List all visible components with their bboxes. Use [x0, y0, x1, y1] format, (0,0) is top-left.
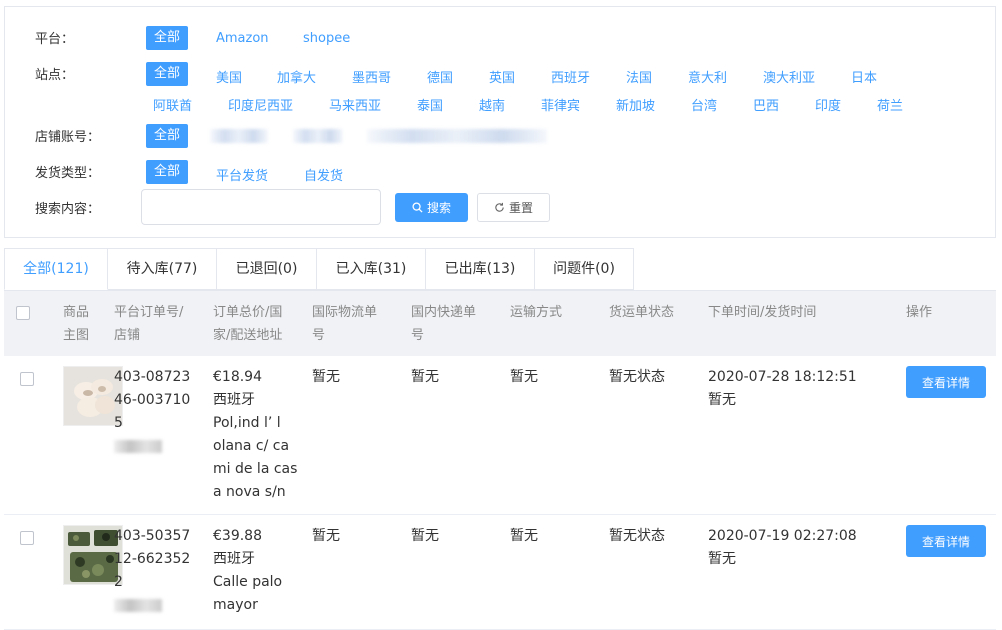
site-label: 站点：: [35, 68, 75, 83]
store-account-redacted[interactable]: [367, 129, 547, 143]
site-chip-jp[interactable]: 日本: [851, 67, 877, 86]
tab-problem[interactable]: 问题件(0): [535, 248, 634, 290]
store-label: 店铺账号：: [35, 130, 101, 145]
tab-all[interactable]: 全部(121): [4, 248, 108, 290]
header-intl-tracking: 国际物流单号: [312, 305, 378, 343]
intl-tracking: 暂无: [312, 369, 340, 385]
header-shipping-method: 运输方式: [510, 305, 563, 320]
search-label: 搜索内容：: [35, 202, 101, 217]
platform-chip-amazon[interactable]: Amazon: [216, 31, 269, 46]
site-chip-nl[interactable]: 荷兰: [877, 95, 903, 114]
order-price: €18.94: [213, 369, 262, 385]
site-chip-ph[interactable]: 菲律宾: [541, 95, 580, 114]
reset-button-label: 重置: [508, 201, 533, 215]
shipping-method: 暂无: [510, 528, 538, 544]
order-number: 403-50357 12-662352 2: [114, 528, 191, 590]
site-chip-br[interactable]: 巴西: [753, 95, 779, 114]
waybill-status: 暂无状态: [609, 369, 665, 385]
status-tabs: 全部(121) 待入库(77) 已退回(0) 已入库(31) 已出库(13) 问…: [4, 248, 634, 290]
reset-button[interactable]: 重置: [477, 193, 550, 222]
domestic-tracking: 暂无: [411, 369, 439, 385]
store-name-redacted: [114, 599, 162, 612]
row-checkbox[interactable]: [20, 531, 34, 545]
view-details-button[interactable]: 查看详情: [906, 366, 986, 398]
ship-type-chip-all[interactable]: 全部: [146, 160, 189, 184]
order-total-address: €18.94 西班牙 Pol,ind l’ l olana c/ ca mi d…: [213, 366, 301, 504]
site-chip-ae[interactable]: 阿联酋: [153, 95, 192, 114]
order-number: 403-08723 46-003710 5: [114, 369, 191, 431]
header-waybill-status: 货运单状态: [609, 305, 675, 320]
order-total-address: €39.88 西班牙 Calle palo mayor: [213, 525, 301, 617]
order-country: 西班牙: [213, 392, 255, 408]
domestic-tracking: 暂无: [411, 528, 439, 544]
intl-tracking: 暂无: [312, 528, 340, 544]
site-chip-es[interactable]: 西班牙: [551, 67, 590, 86]
site-chip-fr[interactable]: 法国: [626, 67, 652, 86]
site-chip-in[interactable]: 印度: [815, 95, 841, 114]
store-account-redacted[interactable]: [210, 129, 268, 143]
site-chip-ca[interactable]: 加拿大: [277, 67, 316, 86]
platform-chip-shopee[interactable]: shopee: [303, 31, 350, 46]
site-chip-sg[interactable]: 新加坡: [616, 95, 655, 114]
waybill-status: 暂无状态: [609, 528, 665, 544]
site-chip-us[interactable]: 美国: [216, 67, 242, 86]
shipping-method: 暂无: [510, 369, 538, 385]
search-button[interactable]: 搜索: [395, 193, 468, 222]
order-ship-time: 2020-07-28 18:12:51 暂无: [708, 369, 857, 408]
site-chip-de[interactable]: 德国: [427, 67, 453, 86]
site-chip-id[interactable]: 印度尼西亚: [228, 95, 293, 114]
tab-returned[interactable]: 已退回(0): [217, 248, 317, 290]
store-chip-all[interactable]: 全部: [146, 124, 189, 148]
header-product-image: 商品 主图: [63, 305, 90, 343]
row-checkbox[interactable]: [20, 372, 34, 386]
search-icon: [412, 202, 423, 213]
table-header: 商品 主图 平台订单号/店铺 订单总价/国 家/配送地址 国际物流单号 国内快递单号…: [4, 290, 996, 356]
store-account-redacted[interactable]: [293, 129, 343, 143]
site-chip-my[interactable]: 马来西亚: [329, 95, 381, 114]
tab-pending-inbound[interactable]: 待入库(77): [108, 248, 217, 290]
ship-type-label: 发货类型：: [35, 166, 101, 181]
search-button-label: 搜索: [426, 201, 451, 215]
search-input[interactable]: [141, 189, 381, 225]
refresh-icon: [495, 202, 504, 212]
header-order-no: 平台订单号/店铺: [114, 305, 184, 343]
site-chip-th[interactable]: 泰国: [417, 95, 443, 114]
site-chip-uk[interactable]: 英国: [489, 67, 515, 86]
filter-panel: 平台： 全部 Amazon shopee 站点： 全部 美国 加拿大 墨西哥 德…: [4, 6, 996, 238]
site-chip-tw[interactable]: 台湾: [691, 95, 717, 114]
header-domestic-tracking: 国内快递单号: [411, 305, 477, 343]
site-chip-vn[interactable]: 越南: [479, 95, 505, 114]
site-chip-mx[interactable]: 墨西哥: [352, 67, 391, 86]
tab-inbound[interactable]: 已入库(31): [317, 248, 426, 290]
site-chip-it[interactable]: 意大利: [688, 67, 727, 86]
store-name-redacted: [114, 440, 162, 453]
select-all-checkbox[interactable]: [16, 306, 30, 320]
platform-label: 平台：: [35, 32, 75, 47]
header-order-total: 订单总价/国 家/配送地址: [213, 305, 283, 343]
order-price: €39.88: [213, 528, 262, 544]
table-row: 403-08723 46-003710 5 €18.94 西班牙 Pol,ind…: [4, 356, 996, 515]
order-ship-time: 2020-07-19 02:27:08 暂无: [708, 528, 857, 567]
site-chip-all[interactable]: 全部: [146, 62, 189, 86]
order-country: 西班牙: [213, 551, 255, 567]
table-row: 403-50357 12-662352 2 €39.88 西班牙 Calle p…: [4, 515, 996, 630]
site-chip-au[interactable]: 澳大利亚: [763, 67, 815, 86]
tab-outbound[interactable]: 已出库(13): [426, 248, 535, 290]
ship-type-chip-self[interactable]: 自发货: [304, 165, 343, 184]
ship-type-chip-platform[interactable]: 平台发货: [216, 165, 268, 184]
header-order-time: 下单时间/发货时间: [708, 305, 817, 320]
platform-chip-all[interactable]: 全部: [146, 26, 189, 50]
header-action: 操作: [906, 305, 933, 320]
view-details-button[interactable]: 查看详情: [906, 525, 986, 557]
